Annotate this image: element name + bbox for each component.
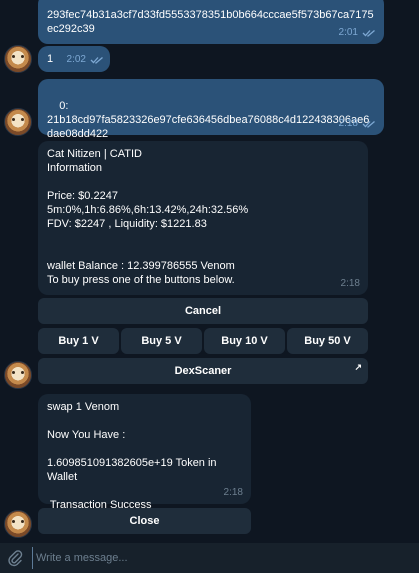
message-meta: 2:02 bbox=[67, 53, 104, 67]
message-time: 2:18 bbox=[340, 278, 360, 289]
message-swap-result[interactable]: swap 1 Venom Now You Have : 1.6098510913… bbox=[38, 394, 251, 511]
dexscaner-button[interactable]: DexScaner ↗ bbox=[38, 358, 368, 384]
message-composer bbox=[0, 543, 419, 573]
swap-line-3: 1.609851091382605e+19 Token in Wallet bbox=[47, 457, 217, 483]
message-time: 2:18 bbox=[223, 487, 243, 498]
buy-50-button[interactable]: Buy 50 V bbox=[287, 328, 368, 354]
user-avatar[interactable] bbox=[4, 45, 32, 73]
cancel-button[interactable]: Cancel bbox=[38, 298, 368, 324]
buy-1-button[interactable]: Buy 1 V bbox=[38, 328, 119, 354]
message-text: 1 bbox=[47, 53, 54, 65]
double-check-icon bbox=[362, 121, 375, 128]
double-check-icon bbox=[90, 57, 103, 64]
wallet-balance: wallet Balance : 12.399786555 Venom bbox=[47, 260, 235, 272]
message-one[interactable]: 1 2:02 bbox=[38, 46, 110, 72]
chat-area: 293fec74b31a3cf7d33fd5553378351b0b664ccc… bbox=[0, 0, 419, 543]
bot-avatar[interactable] bbox=[4, 361, 32, 389]
message-token-info[interactable]: Cat Nitizen | CATID Information Price: $… bbox=[38, 141, 368, 295]
message-time: 2:01 bbox=[338, 27, 358, 38]
token-subtitle: Information bbox=[47, 162, 103, 174]
message-meta: 2:01 bbox=[339, 26, 376, 40]
token-price: Price: $0.2247 bbox=[47, 190, 118, 202]
close-button[interactable]: Close bbox=[38, 508, 251, 534]
token-title: Cat Nitizen | CATID bbox=[47, 148, 142, 160]
message-text: 293fec74b31a3cf7d33fd5553378351b0b664ccc… bbox=[47, 9, 374, 35]
token-fdv: FDV: $2247 , Liquidity: $1221.83 bbox=[47, 218, 207, 230]
external-link-icon: ↗ bbox=[354, 362, 362, 372]
buy-instruction: To buy press one of the buttons below. bbox=[47, 274, 235, 286]
message-text: 0: 21b18cd97fa5823326e97cfe636456dbea760… bbox=[47, 100, 370, 140]
bot-avatar[interactable] bbox=[4, 510, 32, 538]
paperclip-icon[interactable] bbox=[6, 549, 24, 567]
buy-10-button[interactable]: Buy 10 V bbox=[204, 328, 285, 354]
swap-line-1: swap 1 Venom bbox=[47, 401, 120, 413]
message-meta: 2:18 bbox=[341, 277, 360, 291]
message-input[interactable] bbox=[32, 547, 419, 569]
user-avatar[interactable] bbox=[4, 108, 32, 136]
message-zero-hash[interactable]: 0: 21b18cd97fa5823326e97cfe636456dbea760… bbox=[38, 79, 384, 140]
message-time: 2:02 bbox=[66, 54, 86, 65]
double-check-icon bbox=[362, 30, 375, 37]
message-meta: 2:18 bbox=[224, 486, 243, 500]
token-changes: 5m:0%,1h:6.86%,6h:13.42%,24h:32.56% bbox=[47, 204, 249, 216]
dexscaner-label: DexScaner bbox=[174, 365, 232, 377]
buy-5-button[interactable]: Buy 5 V bbox=[121, 328, 202, 354]
message-meta: 2:18 bbox=[339, 117, 376, 131]
swap-line-2: Now You Have : bbox=[47, 429, 126, 441]
message-time: 2:18 bbox=[338, 118, 358, 129]
message-hash-tail[interactable]: 293fec74b31a3cf7d33fd5553378351b0b664ccc… bbox=[38, 0, 384, 44]
